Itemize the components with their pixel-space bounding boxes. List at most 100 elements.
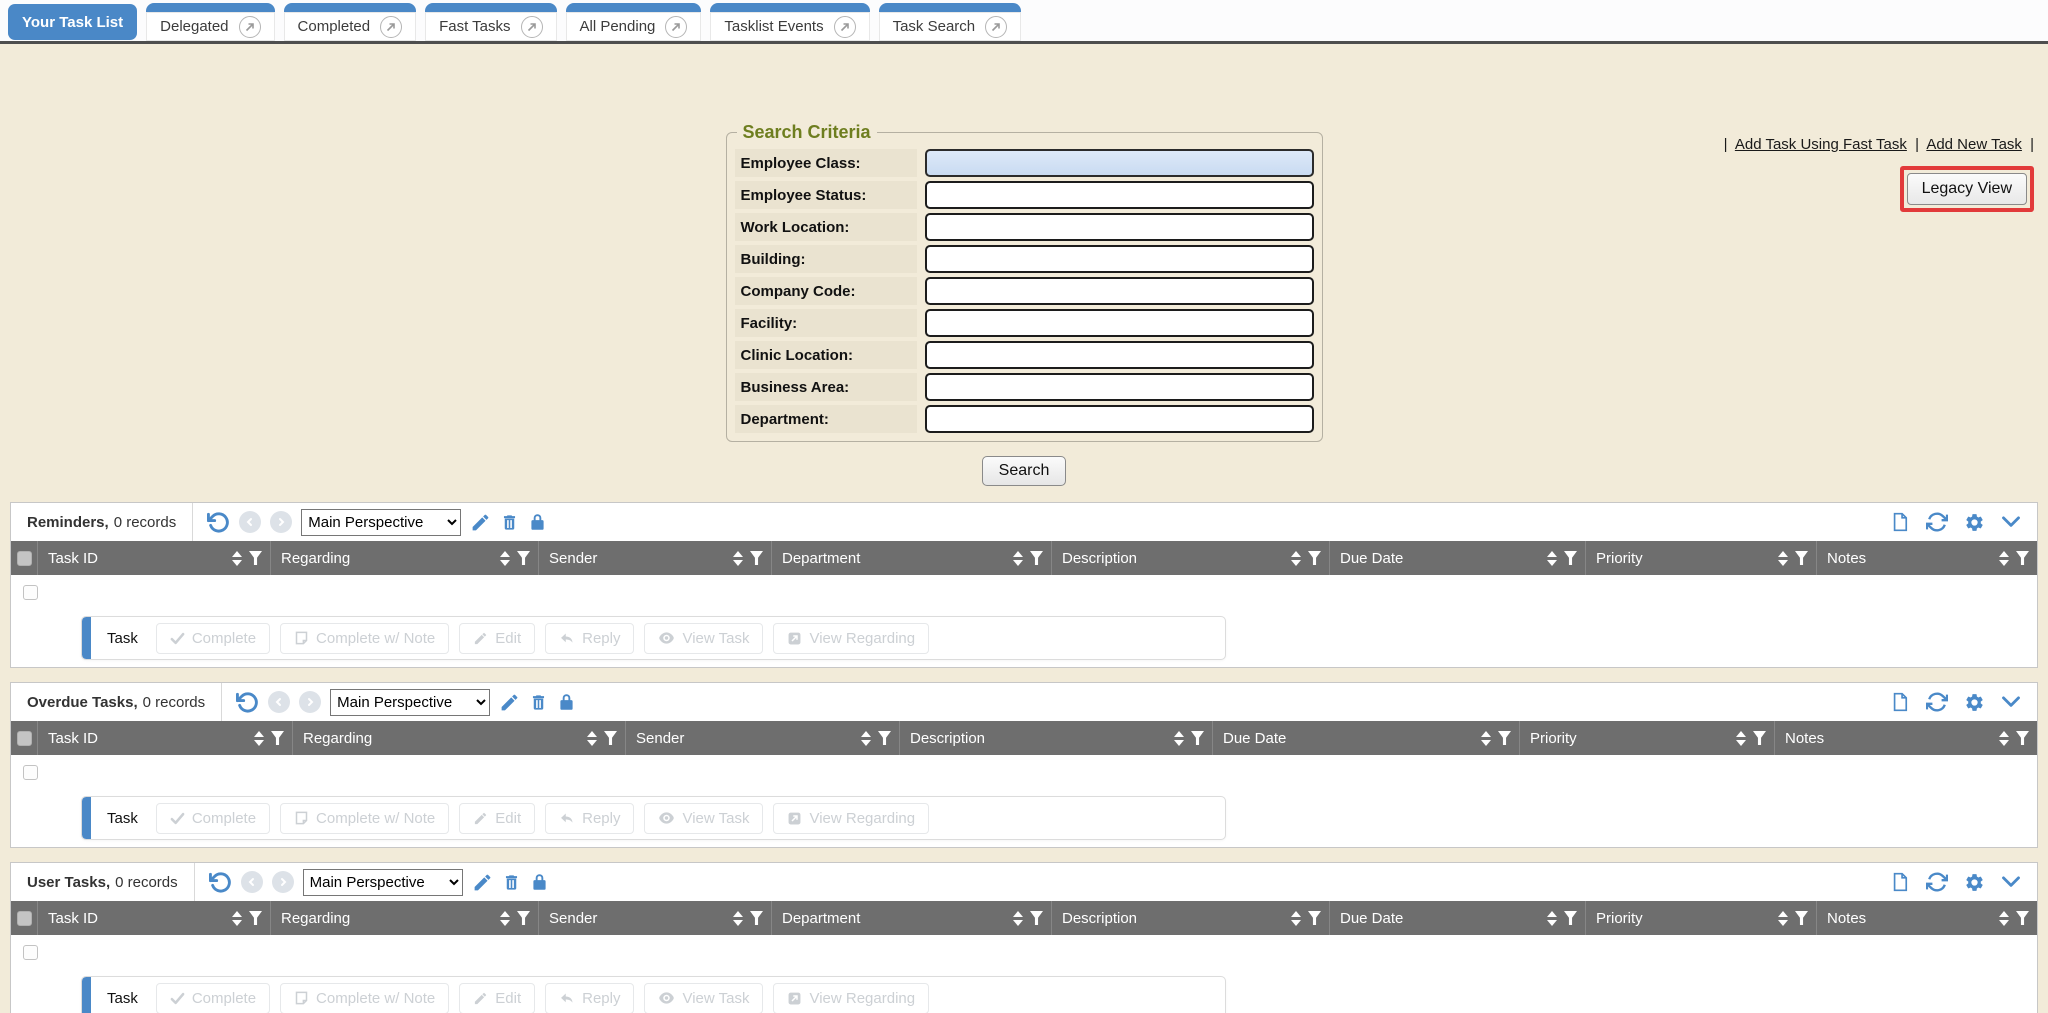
legacy-view-button[interactable]: Legacy View (1907, 173, 2027, 205)
new-document-icon[interactable] (1890, 511, 1910, 533)
column-header-description[interactable]: Description (1052, 901, 1330, 935)
reply-button[interactable]: Reply (545, 983, 634, 1013)
next-page-icon[interactable] (270, 511, 292, 533)
filter-icon[interactable] (750, 551, 763, 565)
row-checkbox[interactable] (23, 765, 38, 780)
reply-button[interactable]: Reply (545, 623, 634, 654)
add-task-using-fast-task-link[interactable]: Add Task Using Fast Task (1735, 136, 1907, 153)
column-header-department[interactable]: Department (772, 541, 1052, 575)
building-field[interactable] (925, 245, 1314, 273)
filter-icon[interactable] (1308, 551, 1321, 565)
perspective-select[interactable]: Main Perspective (301, 509, 461, 536)
column-header-priority[interactable]: Priority (1586, 901, 1817, 935)
perspective-select[interactable]: Main Perspective (303, 869, 463, 896)
collapse-chevron-icon[interactable] (2001, 875, 2021, 889)
tab-fast-tasks[interactable]: Fast Tasks (425, 3, 556, 41)
complete-w-note-button[interactable]: Complete w/ Note (280, 623, 449, 654)
sort-icon[interactable] (232, 911, 242, 926)
sort-icon[interactable] (733, 551, 743, 566)
popout-arrow-icon[interactable] (380, 16, 402, 38)
prev-page-icon[interactable] (239, 511, 261, 533)
settings-gear-icon[interactable] (1964, 872, 1985, 893)
select-all-checkbox[interactable] (17, 731, 32, 746)
employee-status-field[interactable] (925, 181, 1314, 209)
column-header-notes[interactable]: Notes (1775, 721, 2037, 755)
column-header-task-id[interactable]: Task ID (38, 721, 293, 755)
column-header-description[interactable]: Description (1052, 541, 1330, 575)
prev-page-icon[interactable] (241, 871, 263, 893)
column-header-priority[interactable]: Priority (1520, 721, 1775, 755)
perspective-select[interactable]: Main Perspective (330, 689, 490, 716)
column-header-department[interactable]: Department (772, 901, 1052, 935)
complete-w-note-button[interactable]: Complete w/ Note (280, 983, 449, 1013)
filter-icon[interactable] (249, 911, 262, 925)
clinic-location-field[interactable] (925, 341, 1314, 369)
complete-button[interactable]: Complete (156, 623, 270, 654)
column-header-due-date[interactable]: Due Date (1213, 721, 1520, 755)
view-regarding-button[interactable]: View Regarding (773, 983, 929, 1013)
view-regarding-button[interactable]: View Regarding (773, 803, 929, 834)
edit-perspective-icon[interactable] (499, 692, 520, 713)
view-regarding-button[interactable]: View Regarding (773, 623, 929, 654)
filter-icon[interactable] (1191, 731, 1204, 745)
delete-perspective-icon[interactable] (529, 692, 548, 713)
sort-icon[interactable] (1174, 731, 1184, 746)
edit-perspective-icon[interactable] (472, 872, 493, 893)
delete-perspective-icon[interactable] (502, 872, 521, 893)
sort-icon[interactable] (1013, 911, 1023, 926)
edit-button[interactable]: Edit (459, 803, 535, 834)
filter-icon[interactable] (517, 911, 530, 925)
filter-icon[interactable] (517, 551, 530, 565)
filter-icon[interactable] (271, 731, 284, 745)
filter-icon[interactable] (2016, 551, 2029, 565)
filter-icon[interactable] (878, 731, 891, 745)
select-all-checkbox[interactable] (17, 551, 32, 566)
sort-icon[interactable] (733, 911, 743, 926)
filter-icon[interactable] (1564, 551, 1577, 565)
popout-arrow-icon[interactable] (521, 16, 543, 38)
sort-icon[interactable] (1778, 911, 1788, 926)
column-header-sender[interactable]: Sender (626, 721, 900, 755)
filter-icon[interactable] (750, 911, 763, 925)
sort-icon[interactable] (1999, 551, 2009, 566)
settings-gear-icon[interactable] (1964, 692, 1985, 713)
sort-icon[interactable] (1547, 551, 1557, 566)
next-page-icon[interactable] (299, 691, 321, 713)
column-header-task-id[interactable]: Task ID (38, 901, 271, 935)
sort-icon[interactable] (1736, 731, 1746, 746)
lock-icon[interactable] (557, 692, 576, 713)
employee-class-field[interactable] (925, 149, 1314, 177)
settings-gear-icon[interactable] (1964, 512, 1985, 533)
edit-button[interactable]: Edit (459, 983, 535, 1013)
edit-button[interactable]: Edit (459, 623, 535, 654)
complete-button[interactable]: Complete (156, 983, 270, 1013)
facility-field[interactable] (925, 309, 1314, 337)
column-header-notes[interactable]: Notes (1817, 901, 2037, 935)
sort-icon[interactable] (1481, 731, 1491, 746)
column-header-due-date[interactable]: Due Date (1330, 901, 1586, 935)
view-task-button[interactable]: View Task (644, 803, 763, 834)
tab-completed[interactable]: Completed (284, 3, 417, 41)
collapse-chevron-icon[interactable] (2001, 695, 2021, 709)
lock-icon[interactable] (530, 872, 549, 893)
filter-icon[interactable] (1498, 731, 1511, 745)
department-field[interactable] (925, 405, 1314, 433)
prev-page-icon[interactable] (268, 691, 290, 713)
company-code-field[interactable] (925, 277, 1314, 305)
reset-icon[interactable] (207, 511, 230, 534)
next-page-icon[interactable] (272, 871, 294, 893)
business-area-field[interactable] (925, 373, 1314, 401)
search-button[interactable]: Search (982, 456, 1067, 486)
filter-icon[interactable] (2016, 911, 2029, 925)
column-header-sender[interactable]: Sender (539, 901, 772, 935)
sort-icon[interactable] (1291, 551, 1301, 566)
collapse-chevron-icon[interactable] (2001, 515, 2021, 529)
popout-arrow-icon[interactable] (239, 16, 261, 38)
filter-icon[interactable] (604, 731, 617, 745)
filter-icon[interactable] (1795, 551, 1808, 565)
select-all-checkbox[interactable] (17, 911, 32, 926)
popout-arrow-icon[interactable] (665, 16, 687, 38)
column-header-sender[interactable]: Sender (539, 541, 772, 575)
popout-arrow-icon[interactable] (985, 16, 1007, 38)
column-header-due-date[interactable]: Due Date (1330, 541, 1586, 575)
